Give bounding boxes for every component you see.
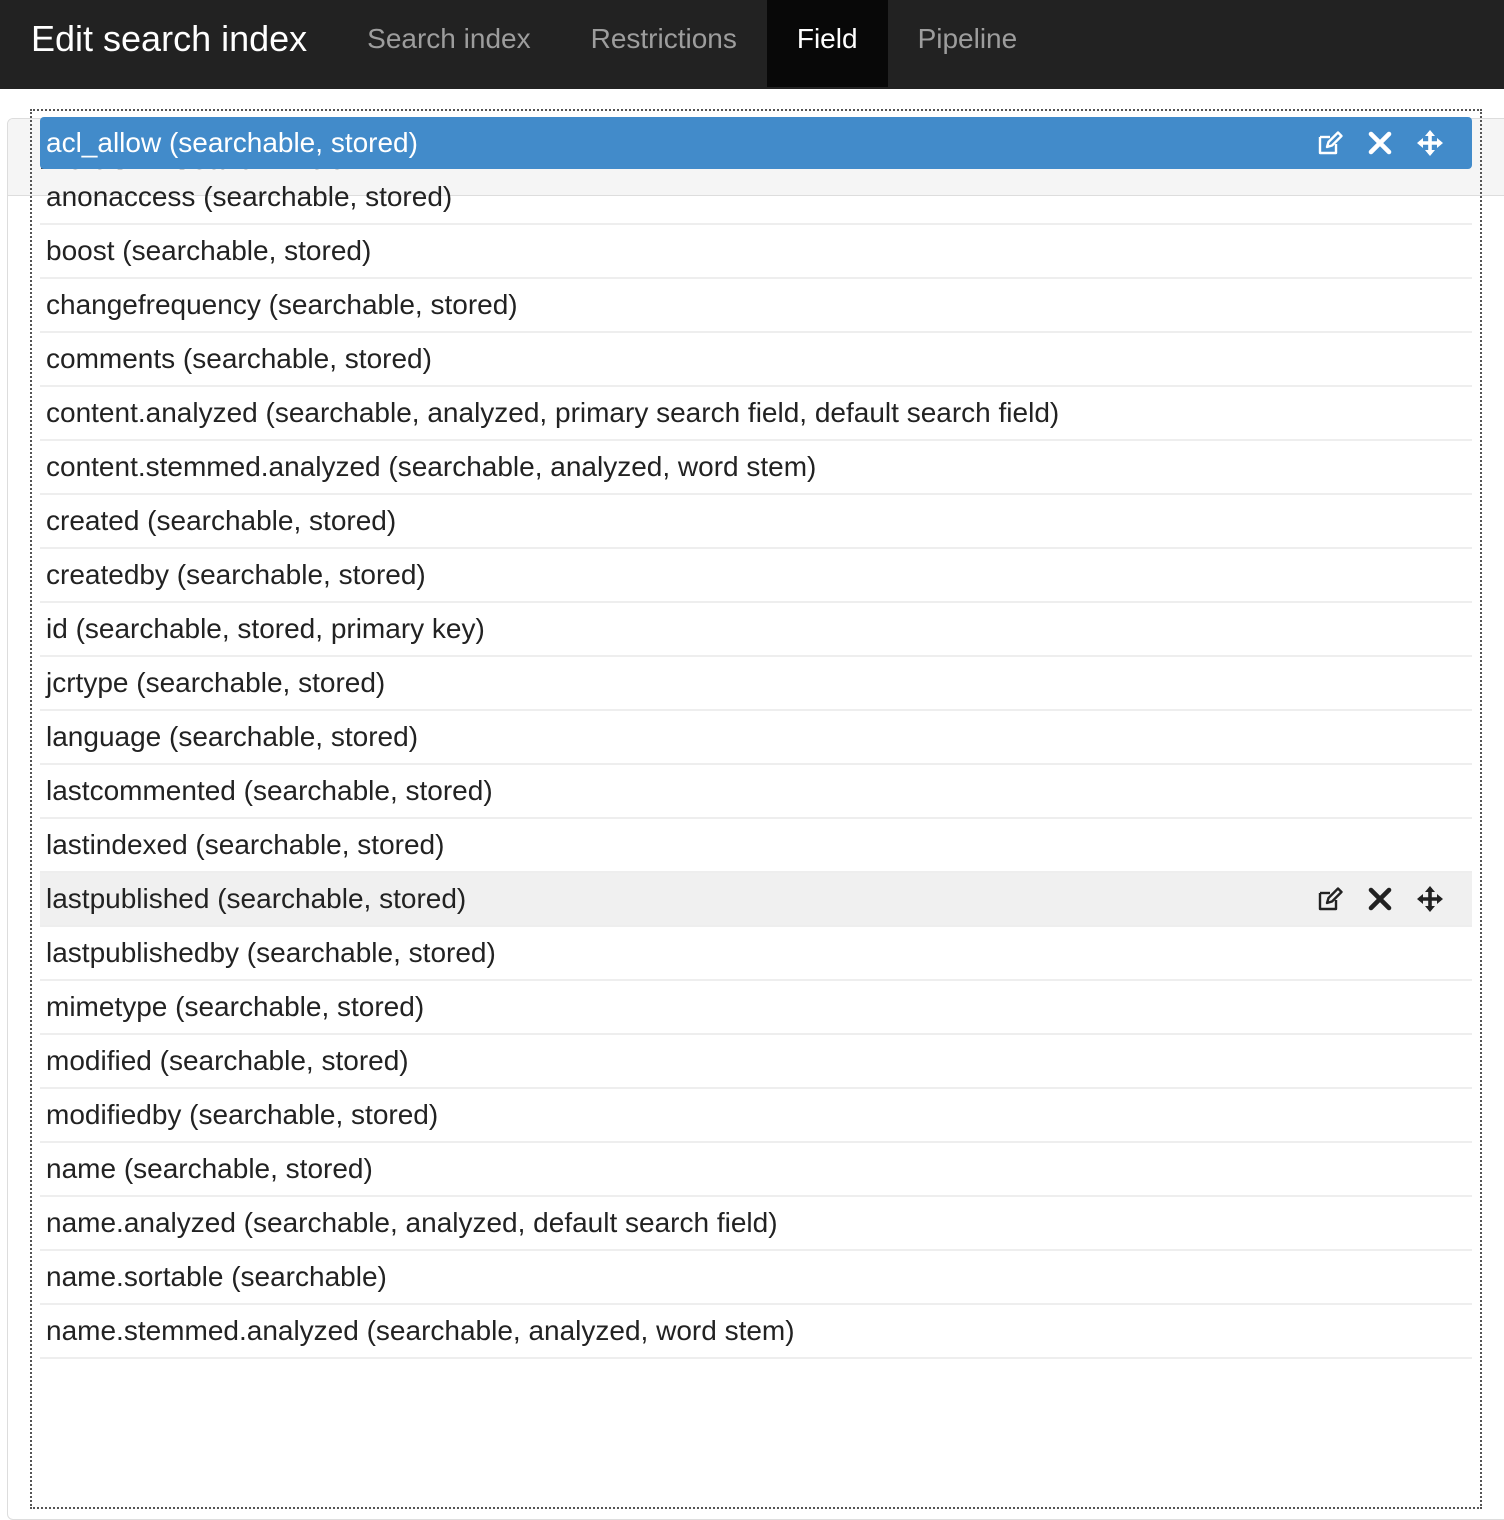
field-label: content.stemmed.analyzed (searchable, an… bbox=[46, 451, 817, 482]
top-navbar: Edit search index Search index Restricti… bbox=[0, 0, 1504, 89]
field-row[interactable]: modifiedby (searchable, stored) bbox=[40, 1089, 1472, 1143]
delete-icon[interactable] bbox=[1366, 129, 1394, 157]
field-label: created (searchable, stored) bbox=[46, 505, 397, 536]
field-label: name.analyzed (searchable, analyzed, def… bbox=[46, 1207, 778, 1238]
field-label: id (searchable, stored, primary key) bbox=[46, 613, 485, 644]
field-row[interactable]: lastindexed (searchable, stored) bbox=[40, 819, 1472, 873]
row-actions bbox=[1316, 129, 1444, 157]
field-label: name (searchable, stored) bbox=[46, 1153, 373, 1184]
field-row[interactable]: lastcommented (searchable, stored) bbox=[40, 765, 1472, 819]
tab-restrictions[interactable]: Restrictions bbox=[561, 0, 767, 89]
field-label: modifiedby (searchable, stored) bbox=[46, 1099, 439, 1130]
tab-pipeline[interactable]: Pipeline bbox=[888, 0, 1048, 89]
row-actions bbox=[1316, 885, 1444, 913]
move-icon[interactable] bbox=[1416, 129, 1444, 157]
field-row[interactable]: name.stemmed.analyzed (searchable, analy… bbox=[40, 1305, 1472, 1359]
field-list: acl_allow (searchable, stored) anonaccess… bbox=[30, 109, 1482, 1509]
field-label: lastcommented (searchable, stored) bbox=[46, 775, 493, 806]
edit-icon[interactable] bbox=[1316, 129, 1344, 157]
move-icon[interactable] bbox=[1416, 885, 1444, 913]
field-row[interactable]: createdby (searchable, stored) bbox=[40, 549, 1472, 603]
field-row[interactable]: anonaccess (searchable, stored) bbox=[40, 171, 1472, 225]
field-row[interactable]: mimetype (searchable, stored) bbox=[40, 981, 1472, 1035]
field-label: modified (searchable, stored) bbox=[46, 1045, 409, 1076]
field-label: comments (searchable, stored) bbox=[46, 343, 432, 374]
field-row[interactable]: boost (searchable, stored) bbox=[40, 225, 1472, 279]
field-label: language (searchable, stored) bbox=[46, 721, 419, 752]
field-label: name.sortable (searchable) bbox=[46, 1261, 387, 1292]
field-row[interactable]: comments (searchable, stored) bbox=[40, 333, 1472, 387]
field-label: lastpublishedby (searchable, stored) bbox=[46, 937, 496, 968]
field-row[interactable]: lastpublishedby (searchable, stored) bbox=[40, 927, 1472, 981]
field-row[interactable]: content.stemmed.analyzed (searchable, an… bbox=[40, 441, 1472, 495]
field-row[interactable]: lastpublished (searchable, stored) bbox=[40, 873, 1472, 927]
field-label: acl_allow (searchable, stored) bbox=[46, 127, 418, 158]
field-row[interactable]: created (searchable, stored) bbox=[40, 495, 1472, 549]
field-row[interactable]: name.analyzed (searchable, analyzed, def… bbox=[40, 1197, 1472, 1251]
field-label: content.analyzed (searchable, analyzed, … bbox=[46, 397, 1060, 428]
field-row[interactable]: name.sortable (searchable) bbox=[40, 1251, 1472, 1305]
field-label: lastindexed (searchable, stored) bbox=[46, 829, 445, 860]
field-row[interactable]: id (searchable, stored, primary key) bbox=[40, 603, 1472, 657]
field-label: anonaccess (searchable, stored) bbox=[46, 181, 453, 212]
field-label: lastpublished (searchable, stored) bbox=[46, 883, 467, 914]
field-row[interactable]: jcrtype (searchable, stored) bbox=[40, 657, 1472, 711]
field-label: boost (searchable, stored) bbox=[46, 235, 372, 266]
field-label: changefrequency (searchable, stored) bbox=[46, 289, 518, 320]
tab-field[interactable]: Field bbox=[766, 0, 888, 87]
field-row[interactable]: acl_allow (searchable, stored) bbox=[40, 117, 1472, 169]
delete-icon[interactable] bbox=[1366, 885, 1394, 913]
field-label: name.stemmed.analyzed (searchable, analy… bbox=[46, 1315, 795, 1346]
field-label: createdby (searchable, stored) bbox=[46, 559, 426, 590]
field-label: mimetype (searchable, stored) bbox=[46, 991, 425, 1022]
field-row[interactable]: modified (searchable, stored) bbox=[40, 1035, 1472, 1089]
field-row[interactable]: changefrequency (searchable, stored) bbox=[40, 279, 1472, 333]
field-row[interactable]: name (searchable, stored) bbox=[40, 1143, 1472, 1197]
field-row[interactable]: language (searchable, stored) bbox=[40, 711, 1472, 765]
page-title: Edit search index bbox=[31, 18, 308, 59]
edit-icon[interactable] bbox=[1316, 885, 1344, 913]
field-label: jcrtype (searchable, stored) bbox=[46, 667, 386, 698]
tab-search-index[interactable]: Search index bbox=[337, 0, 560, 89]
field-row[interactable]: content.analyzed (searchable, analyzed, … bbox=[40, 387, 1472, 441]
